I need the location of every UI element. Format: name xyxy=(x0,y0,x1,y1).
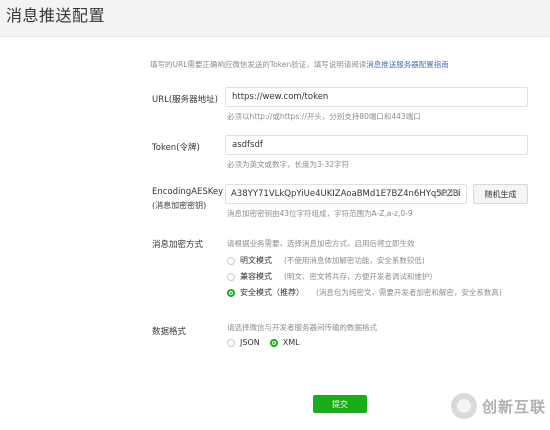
aes-key-value: A38YY71VLkQpYiUe4UKIZAoaBMd1E7BZ4n6HYq5P… xyxy=(231,189,461,199)
aes-label-main: EncodingAESKey xyxy=(152,187,224,197)
data-format-description: 请选择微信与开发者服务器间传输的数据格式 xyxy=(227,323,377,332)
radio-label: JSON xyxy=(240,338,260,347)
radio-circle[interactable] xyxy=(227,272,235,281)
radio-note: (不使用消息体加解密功能，安全系数较低) xyxy=(284,256,425,265)
url-help: 必须以http://或https://开头，分别支持80端口和443端口 xyxy=(227,112,421,121)
radio-circle-checked[interactable] xyxy=(227,288,235,297)
encryption-description: 请根据业务需要，选择消息加密方式，启用后将立即生效 xyxy=(227,239,415,248)
radio-json[interactable]: JSON xyxy=(227,338,260,347)
radio-label: 安全模式（推荐） xyxy=(240,288,304,297)
submit-button[interactable]: 提交 xyxy=(313,395,367,413)
radio-secure-mode[interactable]: 安全模式（推荐） (消息包为纯密文，需要开发者加密和解密，安全系数高) xyxy=(227,287,502,298)
aes-label: EncodingAESKey (消息加密密钥) xyxy=(152,187,223,211)
radio-compatible-mode[interactable]: 兼容模式 (明文、密文将共存，方便开发者调试和维护) xyxy=(227,271,432,282)
radio-xml[interactable]: XML xyxy=(269,338,300,347)
aes-key-char-count: 43/43 xyxy=(438,189,460,198)
radio-note: (消息包为纯密文，需要开发者加密和解密，安全系数高) xyxy=(316,288,502,297)
data-format-label: 数据格式 xyxy=(152,327,187,337)
page-title: 消息推送配置 xyxy=(6,6,106,25)
token-input[interactable]: asdfsdf xyxy=(225,135,528,155)
token-label: Token(令牌) xyxy=(152,143,200,153)
random-generate-button[interactable]: 随机生成 xyxy=(473,184,528,204)
url-input[interactable]: https://wew.com/token xyxy=(225,87,528,107)
radio-circle[interactable] xyxy=(227,338,235,347)
config-form-card: 填写的URL需要正确响应微信发送的Token验证，填写说明请阅读消息推送服务器配… xyxy=(0,36,550,430)
aes-label-sub: (消息加密密钥) xyxy=(152,201,207,210)
aes-key-input[interactable]: A38YY71VLkQpYiUe4UKIZAoaBMd1E7BZ4n6HYq5P… xyxy=(225,184,467,204)
watermark-text: 创新互联 xyxy=(482,397,547,416)
radio-plaintext-mode[interactable]: 明文模式 (不使用消息体加解密功能，安全系数较低) xyxy=(227,255,425,266)
radio-circle-checked[interactable] xyxy=(269,338,278,347)
encryption-label: 消息加密方式 xyxy=(152,240,204,250)
radio-label: XML xyxy=(282,338,300,347)
watermark: 创新互联 xyxy=(451,393,546,419)
config-guide-link[interactable]: 消息推送服务器配置指南 xyxy=(366,60,449,69)
url-label: URL(服务器地址) xyxy=(152,95,218,105)
radio-label: 明文模式 xyxy=(240,256,272,265)
intro-hint: 填写的URL需要正确响应微信发送的Token验证，填写说明请阅读消息推送服务器配… xyxy=(150,59,449,70)
data-format-options: JSON XML xyxy=(227,338,310,347)
radio-note: (明文、密文将共存，方便开发者调试和维护) xyxy=(284,272,433,281)
radio-circle[interactable] xyxy=(227,256,235,265)
token-help: 必须为英文或数字，长度为3-32字符 xyxy=(227,160,350,169)
aes-help: 消息加密密钥由43位字符组成，字符范围为A-Z,a-z,0-9 xyxy=(227,209,413,218)
intro-text: 填写的URL需要正确响应微信发送的Token验证，填写说明请阅读 xyxy=(150,60,367,69)
radio-label: 兼容模式 xyxy=(240,272,272,281)
watermark-logo-icon xyxy=(451,393,477,419)
